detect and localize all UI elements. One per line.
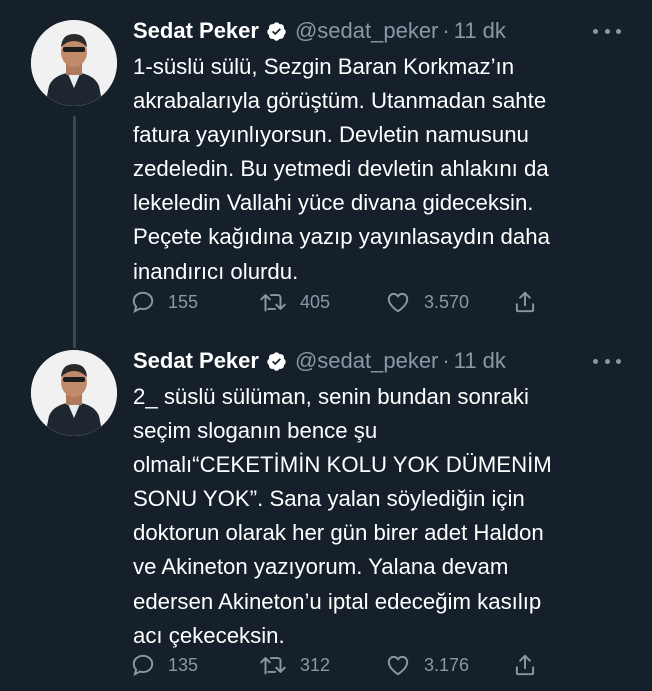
verified-badge-icon (267, 21, 286, 41)
like-heart-icon (387, 655, 409, 676)
tweet-timestamp[interactable]: 11 dk (454, 348, 506, 374)
reply-icon (132, 291, 154, 314)
share-icon (515, 291, 535, 313)
tweet-actions: 155 405 3.570 (130, 287, 550, 317)
reply-button[interactable]: 135 (130, 650, 198, 680)
like-count: 3.570 (424, 291, 470, 312)
author-handle[interactable]: @sedat_peker (295, 18, 438, 44)
like-heart-icon (387, 292, 409, 313)
retweet-button[interactable]: 405 (258, 287, 330, 317)
author-name[interactable]: Sedat Peker (133, 18, 259, 44)
reply-icon (132, 654, 154, 677)
separator-dot: · (442, 348, 450, 373)
tweet-actions: 135 312 3.176 (130, 650, 550, 680)
reply-count: 135 (168, 654, 199, 675)
tweet-timestamp[interactable]: 11 dk (454, 18, 506, 44)
thread-connector-line (73, 116, 76, 348)
retweet-icon (260, 657, 286, 675)
author-name[interactable]: Sedat Peker (133, 348, 259, 374)
reply-button[interactable]: 155 (130, 287, 198, 317)
like-button[interactable]: 3.176 (384, 650, 469, 680)
more-horizontal-icon[interactable] (593, 356, 621, 366)
like-button[interactable]: 3.570 (384, 287, 469, 317)
share-button[interactable] (512, 287, 550, 317)
more-horizontal-icon[interactable] (593, 26, 621, 36)
retweet-count: 405 (300, 291, 331, 312)
separator-dot: · (442, 18, 450, 43)
avatar[interactable] (31, 350, 117, 436)
tweet-text: 2_ süslü sülüman, senin bundan sonraki s… (133, 384, 552, 648)
verified-badge-icon (267, 351, 286, 371)
tweet-text: 1-süslü sülü, Sezgin Baran Korkmaz’ın ak… (133, 54, 550, 284)
author-handle[interactable]: @sedat_peker (295, 348, 438, 374)
share-icon (515, 654, 535, 676)
share-button[interactable] (512, 650, 550, 680)
like-count: 3.176 (424, 654, 470, 675)
avatar[interactable] (31, 20, 117, 106)
reply-count: 155 (168, 291, 199, 312)
retweet-icon (260, 294, 286, 312)
retweet-button[interactable]: 312 (258, 650, 330, 680)
retweet-count: 312 (300, 654, 331, 675)
